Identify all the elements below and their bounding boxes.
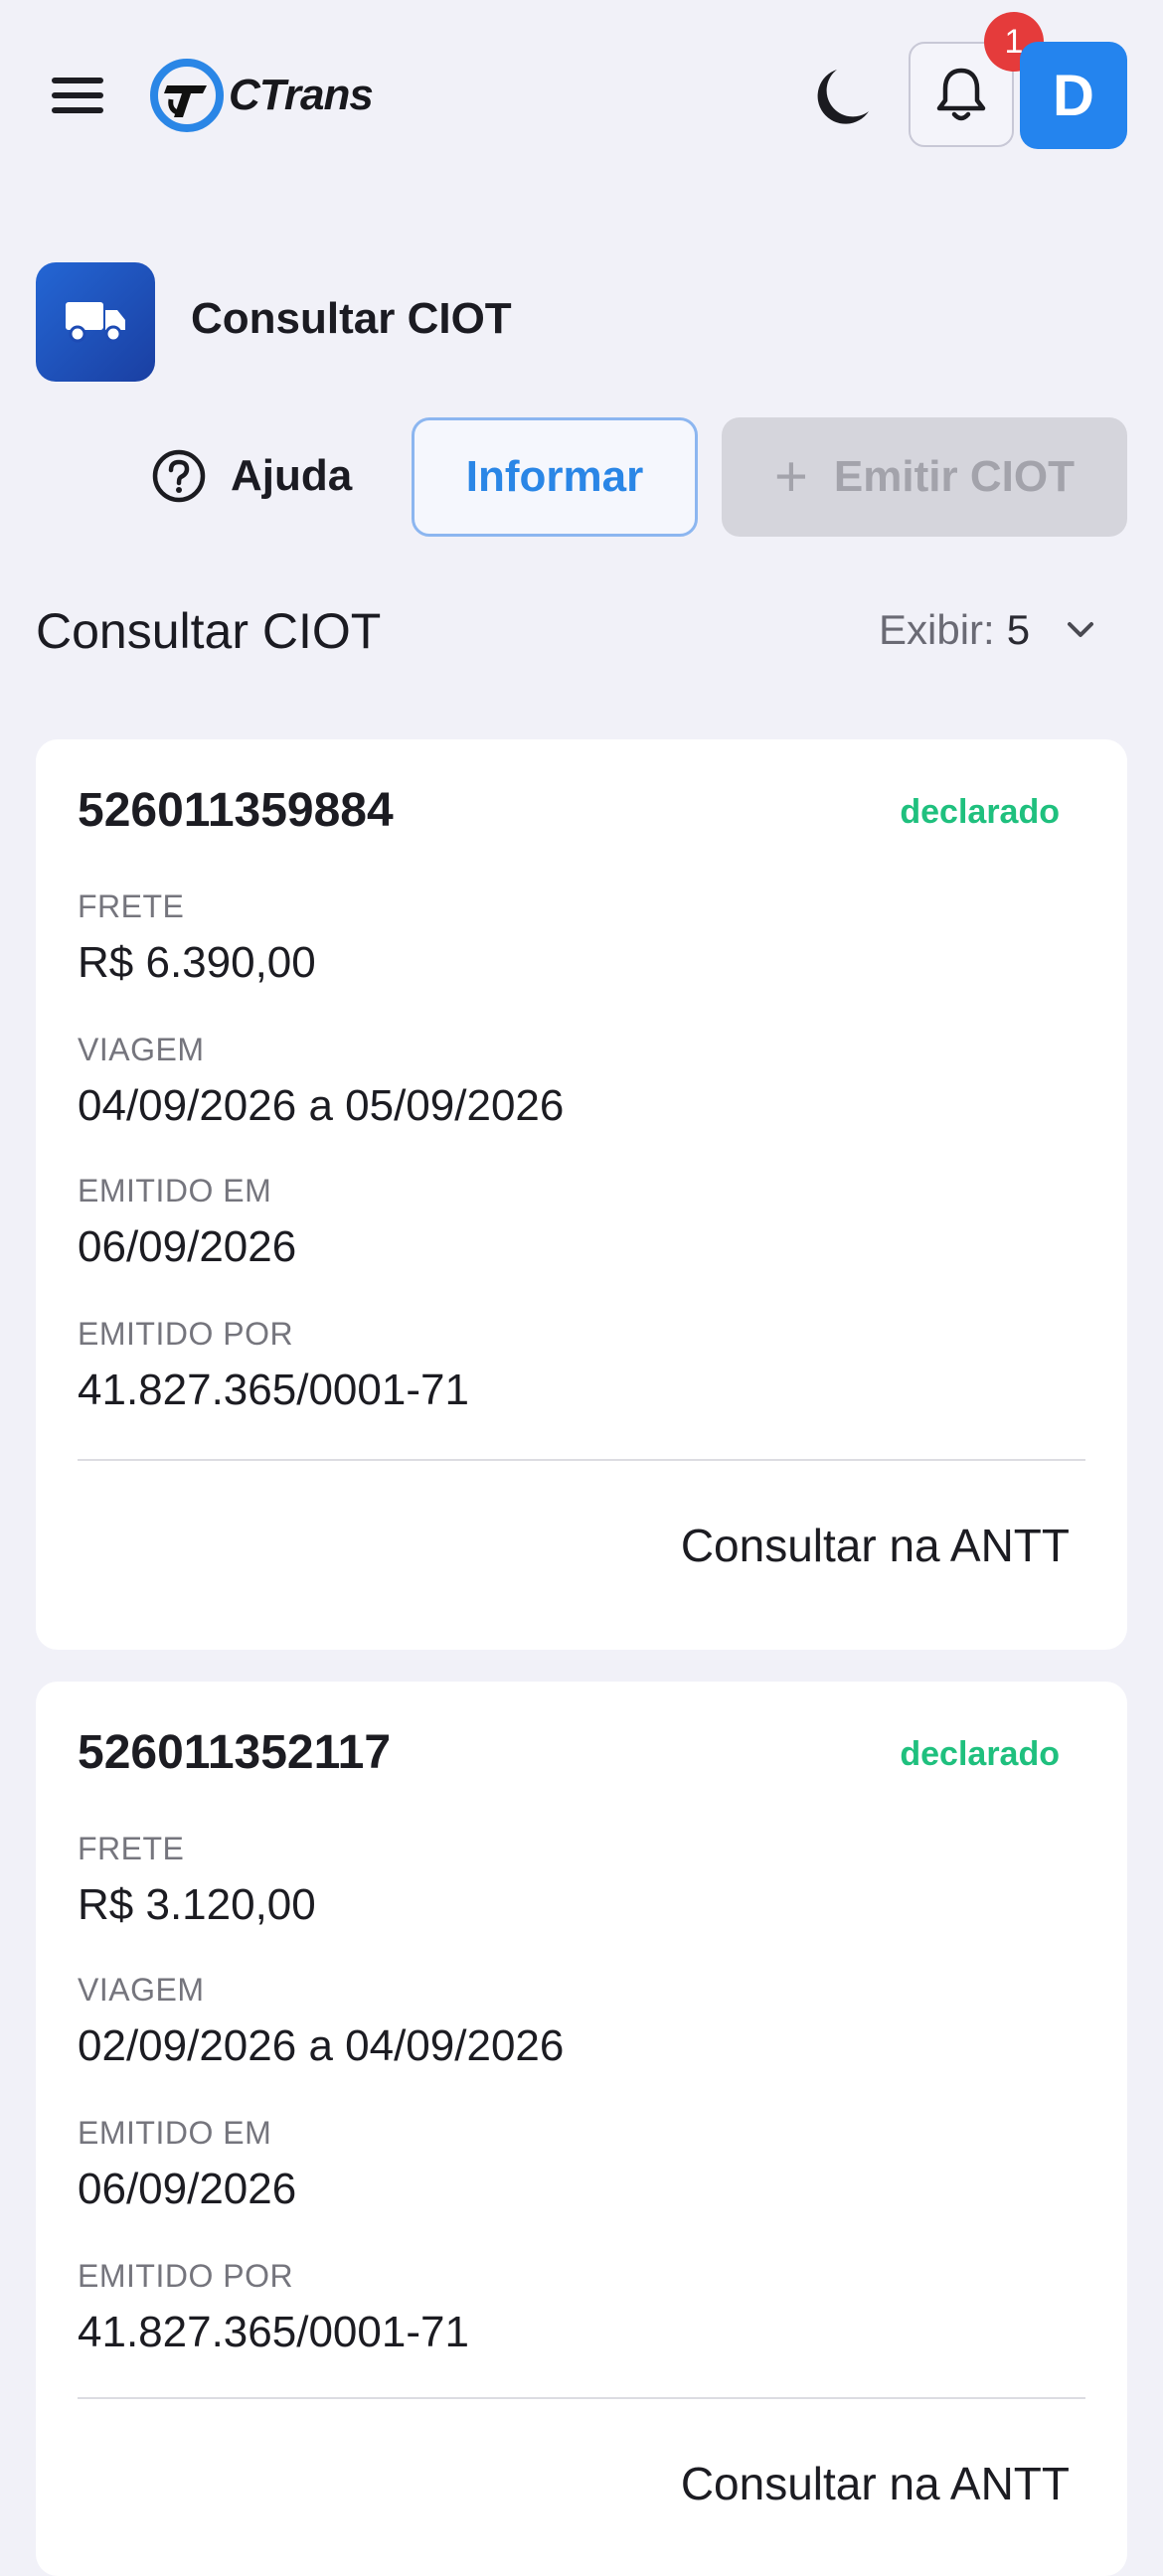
page-title: Consultar CIOT	[191, 294, 512, 343]
ciot-card: 526011352117 declarado FRETE R$ 3.120,00…	[36, 1682, 1127, 2576]
consultar-antt-link[interactable]: Consultar na ANTT	[681, 2457, 1070, 2510]
informar-button[interactable]: Informar	[412, 417, 698, 537]
viagem-value: 02/09/2026 a 04/09/2026	[78, 2021, 565, 2070]
help-link[interactable]: Ajuda	[151, 443, 352, 509]
emitido-em-value: 06/09/2026	[78, 1222, 297, 1271]
ciot-card: 526011359884 declarado FRETE R$ 6.390,00…	[36, 739, 1127, 1650]
viagem-label: VIAGEM	[78, 1972, 205, 2008]
status-badge: declarado	[900, 1735, 1060, 1773]
ciot-number: 526011359884	[78, 784, 394, 837]
dark-mode-toggle[interactable]	[817, 66, 873, 125]
moon-icon	[817, 70, 869, 124]
frete-value: R$ 6.390,00	[78, 938, 316, 987]
section-title: Consultar CIOT	[36, 603, 382, 659]
emitido-por-value: 41.827.365/0001-71	[78, 2308, 469, 2356]
consultar-antt-link[interactable]: Consultar na ANTT	[681, 1519, 1070, 1572]
ciot-number: 526011352117	[78, 1726, 392, 1779]
emitido-por-label: EMITIDO POR	[78, 1316, 294, 1352]
truck-icon	[66, 302, 125, 343]
help-label: Ajuda	[231, 451, 353, 500]
viagem-value: 04/09/2026 a 05/09/2026	[78, 1081, 565, 1130]
page-size-label: Exibir:	[879, 606, 995, 653]
bell-icon	[936, 68, 986, 121]
avatar[interactable]: D	[1020, 42, 1127, 149]
emitido-em-value: 06/09/2026	[78, 2165, 297, 2213]
viagem-label: VIAGEM	[78, 1032, 205, 1067]
status-badge: declarado	[900, 793, 1060, 831]
card-divider	[78, 2397, 1085, 2399]
emitido-por-value: 41.827.365/0001-71	[78, 1366, 469, 1414]
logo-text: CTrans	[229, 71, 374, 119]
card-divider	[78, 1459, 1085, 1461]
page-size-select[interactable]: Exibir: 5	[879, 606, 1095, 654]
plus-icon: +	[774, 444, 808, 509]
frete-label: FRETE	[78, 888, 185, 924]
frete-label: FRETE	[78, 1831, 185, 1866]
menu-icon[interactable]	[48, 72, 107, 119]
emitir-ciot-button[interactable]: + Emitir CIOT	[722, 417, 1127, 537]
frete-value: R$ 3.120,00	[78, 1880, 316, 1929]
chevron-down-icon	[1068, 622, 1094, 637]
help-icon	[152, 449, 206, 503]
logo-mark-icon	[150, 59, 224, 132]
emitido-em-label: EMITIDO EM	[78, 1173, 272, 1208]
app-logo[interactable]: CTrans	[147, 56, 374, 135]
top-bar: CTrans 1 D	[0, 0, 1163, 199]
truck-icon-tile	[36, 262, 155, 382]
emitido-em-label: EMITIDO EM	[78, 2115, 272, 2151]
emitido-por-label: EMITIDO POR	[78, 2258, 294, 2294]
emitir-ciot-label: Emitir CIOT	[833, 452, 1075, 501]
page-size-value: 5	[1006, 606, 1031, 653]
